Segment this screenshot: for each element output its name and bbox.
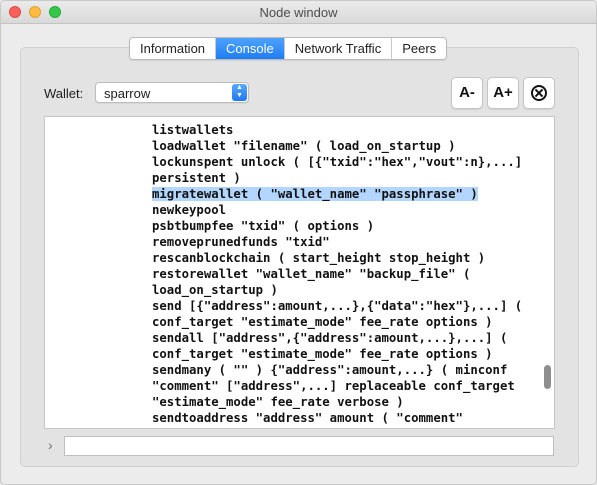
console-line: "estimate_mode" fee_rate verbose ) — [152, 394, 532, 410]
console-line: "comment" ["address",...] replaceable co… — [152, 378, 532, 394]
console-line-text: migratewallet ( "wallet_name" "passphras… — [152, 187, 478, 201]
console-line: conf_target "estimate_mode" fee_rate opt… — [152, 314, 532, 330]
console-line-text: send [{"address":amount,...},{"data":"he… — [152, 299, 523, 313]
console-line: psbtbumpfee "txid" ( options ) — [152, 218, 532, 234]
console-line: send [{"address":amount,...},{"data":"he… — [152, 298, 532, 314]
console-line: newkeypool — [152, 202, 532, 218]
wallet-select[interactable]: sparrow ▲ ▼ — [95, 82, 249, 103]
wallet-selected-value: sparrow — [104, 86, 151, 101]
console-line-text: sendmany ( "" ) {"address":amount,...} (… — [152, 363, 508, 377]
console-line-text: persistent ) — [152, 171, 241, 185]
console-line-selected: migratewallet ( "wallet_name" "passphras… — [152, 186, 532, 202]
console-line: listwallets — [152, 122, 532, 138]
console-line-text: conf_target "estimate_mode" fee_rate opt… — [152, 315, 493, 329]
console-line-text: rescanblockchain ( start_height stop_hei… — [152, 251, 486, 265]
scrollbar-thumb[interactable] — [544, 365, 551, 389]
console-scrollbar[interactable] — [539, 117, 554, 428]
up-down-arrows-icon: ▲ ▼ — [232, 84, 247, 101]
chevron-right-icon: › — [48, 437, 53, 453]
console-line: sendmany ( "" ) {"address":amount,...} (… — [152, 362, 532, 378]
console-line-text: "comment" ["address",...] replaceable co… — [152, 379, 515, 393]
console-line-text: loadwallet "filename" ( load_on_startup … — [152, 139, 456, 153]
tab-network-traffic[interactable]: Network Traffic — [284, 38, 393, 59]
console-line-text: "estimate_mode" fee_rate verbose ) — [152, 395, 404, 409]
console-line: sendall ["address",{"address":amount,...… — [152, 330, 532, 346]
console-line-text: sendall ["address",{"address":amount,...… — [152, 331, 508, 345]
console-line: sendtoaddress "address" amount ( "commen… — [152, 410, 532, 426]
tab-console[interactable]: Console — [216, 38, 285, 59]
console-line: load_on_startup ) — [152, 282, 532, 298]
title-bar: Node window — [1, 1, 596, 24]
clear-circle-x-icon — [531, 85, 547, 101]
console-line-text: removeprunedfunds "txid" — [152, 235, 330, 249]
console-command-input[interactable] — [64, 436, 554, 456]
clear-console-button[interactable] — [523, 77, 555, 109]
console-line: conf_target "estimate_mode" fee_rate opt… — [152, 346, 532, 362]
console-line-text: listwallets — [152, 123, 234, 137]
console-text: listwallets loadwallet "filename" ( load_… — [152, 122, 532, 426]
console-line-text: lockunspent unlock ( [{"txid":"hex","vou… — [152, 155, 523, 169]
decrease-font-button[interactable]: A- — [451, 77, 483, 109]
console-line-text: psbtbumpfee "txid" ( options ) — [152, 219, 375, 233]
tab-peers[interactable]: Peers — [392, 38, 447, 59]
increase-font-button[interactable]: A+ — [487, 77, 519, 109]
wallet-label: Wallet: — [44, 86, 84, 101]
console-line-text: sendtoaddress "address" amount ( "commen… — [152, 411, 463, 425]
console-line: loadwallet "filename" ( load_on_startup … — [152, 138, 532, 154]
console-line-text: load_on_startup ) — [152, 283, 278, 297]
console-line: removeprunedfunds "txid" — [152, 234, 532, 250]
console-line-text: conf_target "estimate_mode" fee_rate opt… — [152, 347, 493, 361]
console-line: lockunspent unlock ( [{"txid":"hex","vou… — [152, 154, 532, 170]
window-title: Node window — [259, 5, 338, 20]
console-line-text: newkeypool — [152, 203, 227, 217]
console-line: restorewallet "wallet_name" "backup_file… — [152, 266, 532, 282]
console-output[interactable]: listwallets loadwallet "filename" ( load_… — [44, 116, 555, 429]
console-line-text: restorewallet "wallet_name" "backup_file… — [152, 267, 471, 281]
console-line: rescanblockchain ( start_height stop_hei… — [152, 250, 532, 266]
console-line: persistent ) — [152, 170, 532, 186]
tab-bar: Information Console Network Traffic Peer… — [129, 37, 448, 60]
tab-information[interactable]: Information — [130, 38, 217, 59]
node-window: Node window Information Console Network … — [0, 0, 597, 485]
